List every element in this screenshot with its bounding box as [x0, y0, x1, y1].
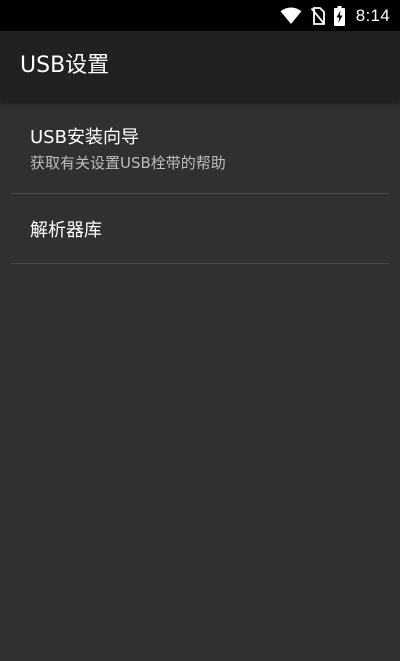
pref-parser-library[interactable]: 解析器库	[11, 194, 389, 264]
status-clock: 8:14	[355, 5, 390, 25]
wifi-icon	[280, 7, 302, 25]
pref-usb-setup-wizard[interactable]: USB安装向导 获取有关设置USB栓带的帮助	[11, 101, 389, 194]
pref-title: USB安装向导	[30, 127, 139, 148]
status-icons: 8:14	[280, 0, 390, 31]
preference-list: USB安装向导 获取有关设置USB栓带的帮助 解析器库	[0, 101, 400, 661]
page-title: USB设置	[20, 53, 110, 78]
pref-title: 解析器库	[30, 220, 102, 241]
no-sim-icon	[310, 6, 325, 25]
battery-charging-icon	[333, 5, 345, 26]
pref-summary: 获取有关设置USB栓带的帮助	[30, 154, 226, 172]
status-bar: 8:14	[0, 0, 400, 31]
app-bar: USB设置	[0, 31, 400, 101]
